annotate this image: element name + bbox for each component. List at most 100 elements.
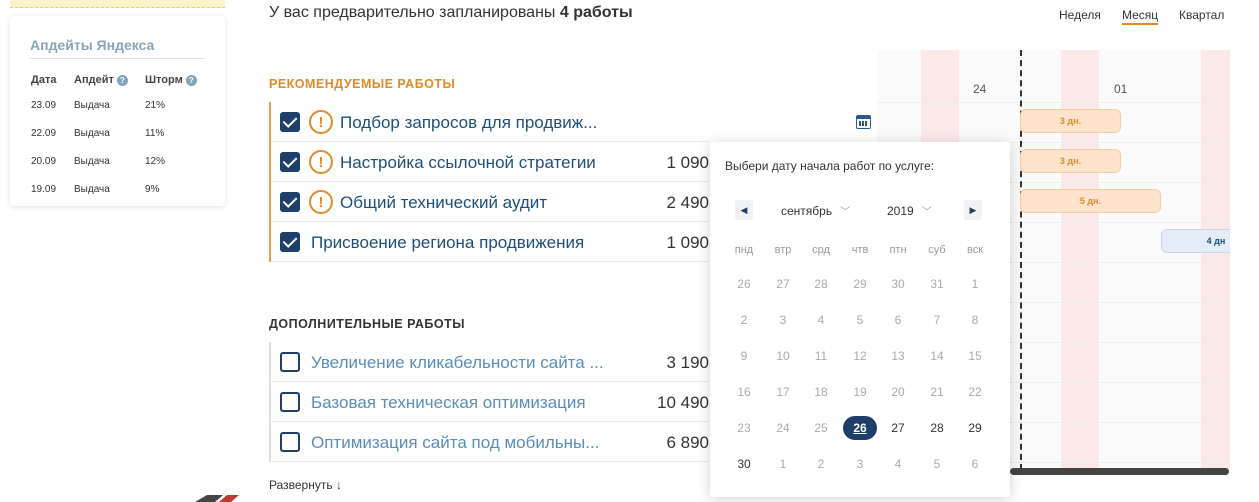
task-name[interactable]: Общий технический аудит (340, 193, 547, 213)
calendar-day: 5 (933, 457, 941, 471)
update-row: 22.09 Выдача 11% (10, 128, 225, 142)
update-row: 20.09 Выдача 12% (10, 156, 225, 170)
calendar-day: 31 (930, 277, 944, 291)
yandex-updates-widget: Апдейты Яндекса Дата Апдейт? Шторм? 23.0… (10, 16, 225, 206)
gantt-day-label: 24 (973, 82, 987, 96)
task-checkbox[interactable] (280, 112, 300, 132)
calendar-day: 4 (894, 457, 902, 471)
calendar-icon[interactable] (856, 115, 871, 129)
update-storm: 11% (145, 128, 165, 139)
update-update: Выдача (74, 100, 110, 111)
weekday-label: суб (928, 244, 946, 256)
calendar-day: 16 (737, 385, 751, 399)
update-storm: 21% (145, 100, 166, 111)
calendar-day: 14 (930, 349, 944, 363)
tab-quarter[interactable]: Квартал (1179, 8, 1224, 22)
calendar-day: 2 (740, 313, 748, 327)
gantt-scrollbar[interactable] (1010, 468, 1229, 475)
calendar-day: 1 (971, 277, 979, 291)
calendar-day: 5 (856, 313, 864, 327)
calendar-day: 15 (968, 349, 982, 363)
calendar-day[interactable]: 30 (724, 452, 764, 476)
brand-logo-fragment (195, 495, 239, 502)
page: Апдейты Яндекса Дата Апдейт? Шторм? 23.0… (0, 0, 1259, 502)
update-storm: 12% (145, 156, 166, 167)
task-checkbox[interactable] (280, 392, 300, 412)
selected-day[interactable]: 26 (840, 416, 880, 440)
weekday-label: чтв (851, 244, 869, 256)
task-checkbox[interactable] (280, 152, 300, 172)
calendar-day: 29 (853, 277, 867, 291)
gantt-bar[interactable]: 5 дн. (1020, 189, 1161, 213)
calendar-day: 24 (776, 421, 790, 435)
expand-link[interactable]: Развернуть ↓ (269, 478, 342, 492)
gantt-bar[interactable]: 3 дн. (1020, 109, 1121, 133)
calendar-day: 25 (814, 421, 828, 435)
task-name[interactable]: Базовая техническая оптимизация (311, 393, 586, 413)
update-update: Выдача (74, 184, 110, 195)
help-icon[interactable]: ? (185, 74, 197, 86)
task-price: 2 490 (666, 193, 709, 212)
task-checkbox[interactable] (280, 432, 300, 452)
calendar-day: 28 (814, 277, 828, 291)
calendar-day: 19 (853, 385, 867, 399)
calendar-day: 22 (968, 385, 982, 399)
tab-month[interactable]: Месяц (1122, 8, 1159, 25)
weekday-label: вск (966, 244, 984, 256)
calendar-day: 27 (776, 277, 790, 291)
year-select[interactable]: 2019 ﹀ (887, 203, 932, 218)
task-row: ! Общий технический аудит 2 490 (271, 182, 709, 222)
calendar-day: 6 (894, 313, 902, 327)
additional-title: ДОПОЛНИТЕЛЬНЫЕ РАБОТЫ (269, 317, 465, 331)
task-name[interactable]: Настройка ссылочной стратегии (340, 153, 596, 173)
update-update: Выдача (74, 156, 110, 167)
prev-month-button[interactable]: ◀ (735, 200, 753, 220)
calendar-day: 20 (891, 385, 905, 399)
date-picker-popup: Выбери дату начала работ по услуге: ◀ се… (710, 142, 1010, 497)
column-date: Дата (31, 74, 57, 86)
calendar-day[interactable]: 28 (917, 416, 957, 440)
date-picker-title: Выбери дату начала работ по услуге: (725, 159, 935, 173)
weekend-stripe (1201, 50, 1230, 470)
gantt-bar[interactable]: 4 дн (1161, 229, 1230, 253)
task-checkbox[interactable] (280, 192, 300, 212)
task-row: Оптимизация сайта под мобильны... 6 890 (271, 422, 709, 462)
task-name[interactable]: Присвоение региона продвижения (311, 233, 584, 253)
calendar-day: 11 (814, 349, 828, 363)
caret-left-icon: ◀ (740, 204, 748, 215)
next-month-button[interactable]: ▶ (964, 200, 982, 220)
task-price: 1 090 (666, 233, 709, 252)
task-price: 10 490 (657, 393, 709, 412)
calendar-day: 3 (779, 313, 787, 327)
month-select[interactable]: сентябрь ﹀ (781, 203, 850, 218)
grid-line (877, 102, 1230, 103)
widget-title: Апдейты Яндекса (30, 37, 155, 53)
task-row: Увеличение кликабельности сайта ... 3 190 (271, 342, 709, 382)
calendar-day: 17 (776, 385, 790, 399)
chevron-down-icon: ﹀ (921, 207, 932, 218)
calendar-day: 1 (779, 457, 787, 471)
tab-week[interactable]: Неделя (1059, 8, 1101, 22)
calendar-day[interactable]: 29 (955, 416, 995, 440)
weekday-label: птн (889, 244, 907, 256)
calendar-day: 10 (776, 349, 790, 363)
gantt-bar[interactable]: 3 дн. (1020, 149, 1121, 173)
column-update: Апдейт? (74, 74, 128, 86)
task-checkbox[interactable] (280, 232, 300, 252)
task-price: 3 190 (666, 353, 709, 372)
task-name[interactable]: Увеличение кликабельности сайта ... (311, 353, 604, 373)
calendar-day: 23 (737, 421, 751, 435)
planned-summary: У вас предварительно запланированы 4 раб… (269, 4, 633, 21)
task-name[interactable]: Оптимизация сайта под мобильны... (311, 433, 599, 453)
calendar-day: 21 (930, 385, 944, 399)
task-name[interactable]: Подбор запросов для продвиж... (340, 113, 597, 133)
calendar-day[interactable]: 27 (878, 416, 918, 440)
task-row: ! Настройка ссылочной стратегии 1 090 (271, 142, 709, 182)
update-update: Выдача (74, 128, 110, 139)
task-checkbox[interactable] (280, 352, 300, 372)
recommended-list: ! Подбор запросов для продвиж... ! Настройк… (269, 102, 871, 262)
calendar-day: 2 (817, 457, 825, 471)
help-icon[interactable]: ? (116, 74, 128, 86)
weekday-label: пнд (734, 244, 754, 256)
warning-icon: ! (309, 190, 333, 214)
